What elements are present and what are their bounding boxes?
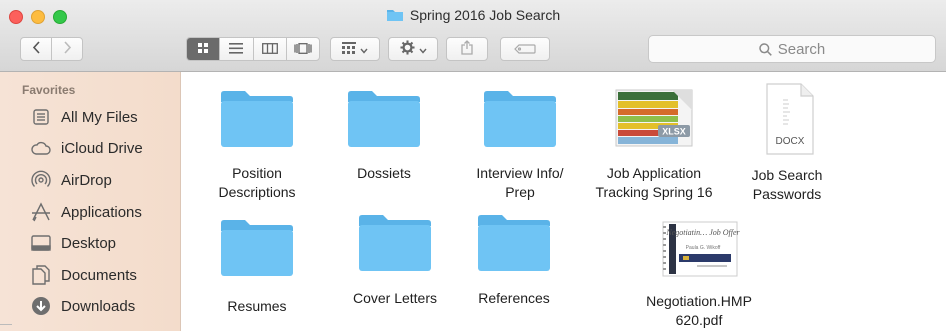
file-item-position-descriptions[interactable]: Position Descriptions xyxy=(192,88,322,202)
search-field[interactable]: Search xyxy=(648,35,936,63)
file-item-job-application-tracking[interactable]: XLSX Job Application Tracking Spring 16 xyxy=(584,86,724,202)
forward-button[interactable] xyxy=(51,38,82,60)
docx-file-icon: DOCX xyxy=(727,82,847,156)
file-label: Negotiation.HMP 620.pdf xyxy=(646,293,752,328)
sidebar: Favorites All My Files iCloud Drive AirD… xyxy=(0,72,181,331)
xlsx-file-icon: XLSX xyxy=(584,86,724,150)
sidebar-item-applications[interactable]: Applications xyxy=(30,200,142,224)
search-icon xyxy=(758,42,772,56)
file-label: Cover Letters xyxy=(352,290,438,306)
chevron-left-icon xyxy=(32,41,41,57)
sidebar-item-label: All My Files xyxy=(61,108,138,126)
tags-button[interactable] xyxy=(500,37,550,61)
tag-icon xyxy=(514,42,536,57)
all-files-icon xyxy=(30,106,52,128)
file-item-cover-letters[interactable]: Cover Letters xyxy=(335,212,455,308)
arrange-button[interactable] xyxy=(330,37,380,61)
file-item-negotiation-pdf[interactable]: Negotiatin… Job Offer Paula G. Wikoff Ne… xyxy=(629,220,769,330)
xlsx-badge: XLSX xyxy=(662,127,686,137)
divider xyxy=(0,324,12,325)
sidebar-item-desktop[interactable]: Desktop xyxy=(30,231,116,255)
cloud-icon xyxy=(30,137,52,159)
column-view-icon xyxy=(261,42,278,57)
folder-icon xyxy=(386,8,404,25)
folder-icon xyxy=(460,88,580,150)
file-label: References xyxy=(478,290,550,306)
downloads-icon xyxy=(30,295,52,317)
sidebar-item-downloads[interactable]: Downloads xyxy=(30,294,135,318)
sidebar-item-documents[interactable]: Documents xyxy=(30,263,137,287)
folder-icon xyxy=(324,88,444,150)
file-item-dossiets[interactable]: Dossiets xyxy=(324,88,444,183)
arrange-grid-icon xyxy=(342,41,356,57)
file-item-resumes[interactable]: Resumes xyxy=(192,217,322,316)
toolbar: Spring 2016 Job Search Search xyxy=(0,0,946,72)
file-label: Position Descriptions xyxy=(218,165,296,200)
folder-icon xyxy=(192,88,322,150)
file-item-job-search-passwords[interactable]: DOCX Job Search Passwords xyxy=(727,82,847,204)
list-view-icon xyxy=(229,42,244,57)
back-button[interactable] xyxy=(21,38,51,60)
window-title: Spring 2016 Job Search xyxy=(409,7,561,23)
chevron-down-icon xyxy=(418,42,427,57)
sidebar-item-label: Applications xyxy=(61,203,142,221)
pdf-file-icon: Negotiatin… Job Offer Paula G. Wikoff xyxy=(629,220,769,280)
window-title-bar: Spring 2016 Job Search xyxy=(0,7,946,25)
pdf-preview-author: Paula G. Wikoff xyxy=(686,245,721,251)
navigation-buttons xyxy=(20,37,83,61)
applications-icon xyxy=(30,201,52,223)
action-menu-button[interactable] xyxy=(388,37,438,61)
sidebar-item-label: Documents xyxy=(61,266,137,284)
sidebar-item-all-my-files[interactable]: All My Files xyxy=(30,105,138,129)
icon-view-icon xyxy=(197,42,209,57)
sidebar-item-airdrop[interactable]: AirDrop xyxy=(30,168,112,192)
file-label: Interview Info/ Prep xyxy=(476,165,564,200)
gear-icon xyxy=(399,40,415,58)
column-view-button[interactable] xyxy=(252,38,286,60)
list-view-button[interactable] xyxy=(219,38,252,60)
share-icon xyxy=(461,40,473,58)
folder-icon xyxy=(192,217,322,279)
file-label: Resumes xyxy=(227,298,287,314)
sidebar-item-label: Desktop xyxy=(61,234,117,252)
airdrop-icon xyxy=(30,169,52,191)
cover-flow-button[interactable] xyxy=(285,38,319,60)
file-label: Dossiets xyxy=(357,165,411,181)
share-button[interactable] xyxy=(446,37,488,61)
file-item-interview-info-prep[interactable]: Interview Info/ Prep xyxy=(460,88,580,202)
file-grid: Position Descriptions Dossiets Interview… xyxy=(181,72,946,331)
file-label: Job Search Passwords xyxy=(751,167,823,202)
folder-icon xyxy=(454,212,574,274)
folder-icon xyxy=(335,212,455,274)
sidebar-item-icloud-drive[interactable]: iCloud Drive xyxy=(30,136,143,160)
view-mode-buttons xyxy=(186,37,320,61)
pdf-preview-title: Negotiatin… Job Offer xyxy=(665,228,740,237)
docx-badge: DOCX xyxy=(776,136,805,147)
cover-flow-icon xyxy=(294,42,312,57)
finder-window: Spring 2016 Job Search Search Favorites … xyxy=(0,0,946,331)
chevron-down-icon xyxy=(360,42,368,57)
file-label: Job Application Tracking Spring 16 xyxy=(595,165,713,200)
desktop-icon xyxy=(30,232,52,254)
sidebar-item-label: AirDrop xyxy=(61,171,112,189)
sidebar-item-label: Downloads xyxy=(61,297,136,315)
sidebar-item-label: iCloud Drive xyxy=(61,139,143,157)
chevron-right-icon xyxy=(63,41,72,57)
icon-view-button[interactable] xyxy=(187,38,220,60)
sidebar-heading-favorites: Favorites xyxy=(22,83,76,97)
documents-icon xyxy=(30,264,52,286)
file-item-references[interactable]: References xyxy=(454,212,574,308)
search-placeholder: Search xyxy=(777,40,826,58)
